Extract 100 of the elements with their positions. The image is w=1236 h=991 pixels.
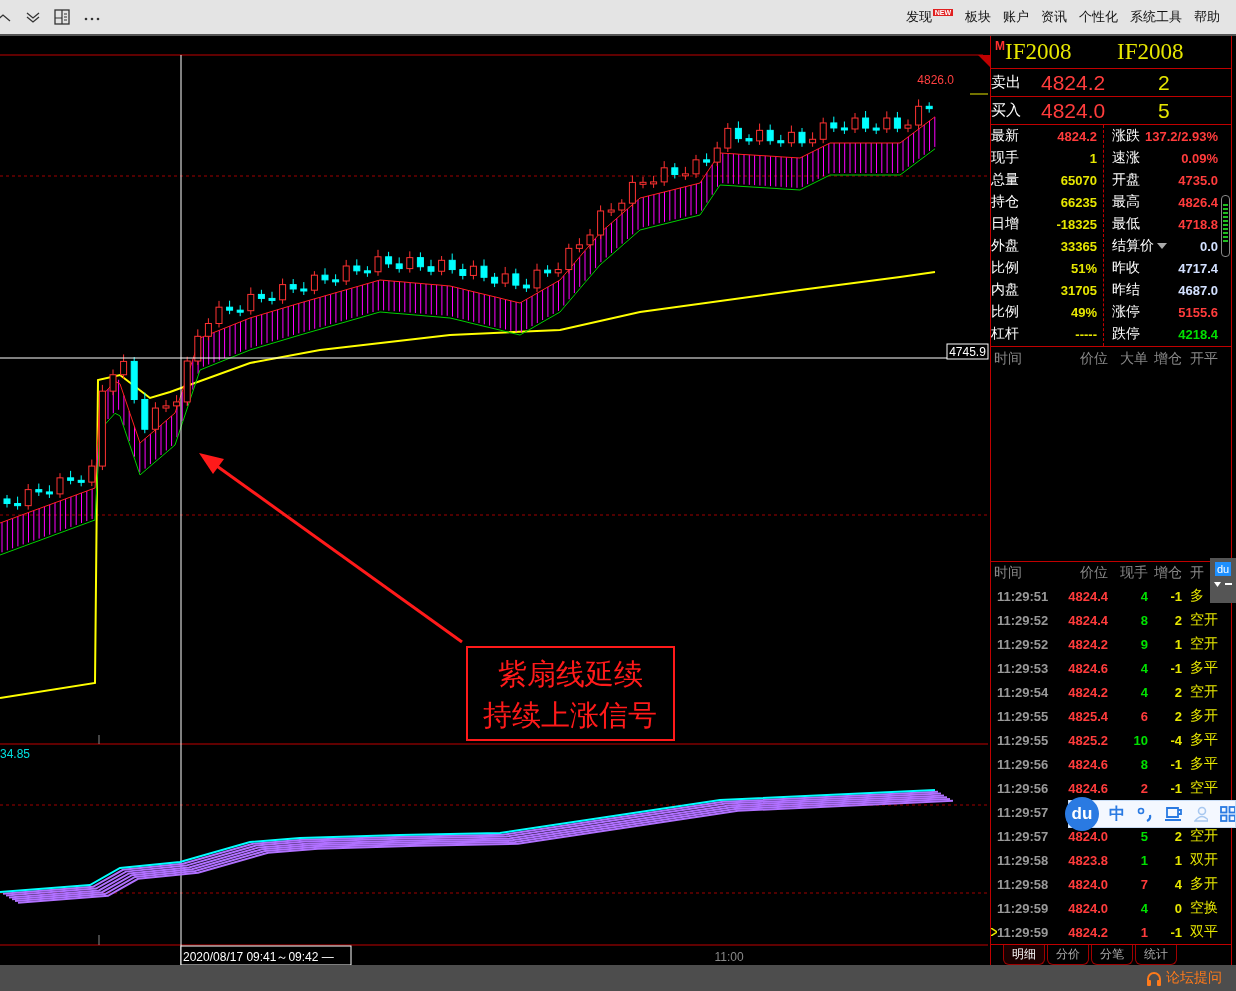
stat-label: 昨结 bbox=[1112, 281, 1140, 299]
open-interest-change: 2 bbox=[1173, 828, 1182, 844]
candlestick bbox=[204, 317, 212, 341]
column-header: 价位 bbox=[1079, 564, 1108, 582]
cursor-time-label: 2020/08/17 09:41～09:42 — bbox=[180, 945, 352, 965]
stat-value: ----- bbox=[1075, 326, 1098, 342]
stat-label: 涨停 bbox=[1112, 303, 1140, 321]
tab[interactable]: 分笔 bbox=[1091, 945, 1133, 965]
trade-price: 4823.8 bbox=[1067, 852, 1108, 868]
trade-volume: 4 bbox=[1139, 660, 1148, 676]
candlestick bbox=[734, 120, 742, 144]
candlestick bbox=[67, 470, 75, 485]
open-interest-change: -1 bbox=[1169, 588, 1182, 604]
candlestick bbox=[544, 264, 552, 278]
trade-type: 多平 bbox=[1189, 731, 1218, 749]
cup-icon[interactable] bbox=[1165, 806, 1182, 822]
stat-value: 66235 bbox=[1060, 194, 1098, 210]
menu-item[interactable]: 账户 bbox=[997, 8, 1035, 26]
stat-label: 比例 bbox=[991, 303, 1019, 321]
candlestick bbox=[681, 166, 689, 181]
column-header: 开 bbox=[1189, 564, 1204, 582]
minimize-icon[interactable] bbox=[1225, 583, 1232, 586]
price-marker-line bbox=[969, 93, 989, 95]
caret-icon[interactable] bbox=[1157, 243, 1167, 249]
stat-value: 4717.4 bbox=[1178, 260, 1218, 276]
trade-volume: 1 bbox=[1139, 852, 1148, 868]
trade-price: 4825.4 bbox=[1067, 708, 1108, 724]
time-axis-label: 11:00 bbox=[714, 950, 744, 964]
candlestick bbox=[300, 281, 308, 296]
candlestick bbox=[3, 494, 11, 509]
candlestick bbox=[109, 369, 117, 396]
menu-item[interactable]: 帮助 bbox=[1188, 8, 1226, 26]
stat-label: 比例 bbox=[991, 259, 1019, 277]
trade-time: 11:29:55 bbox=[997, 732, 1050, 748]
candlestick bbox=[427, 259, 435, 276]
candlestick bbox=[279, 278, 287, 305]
candlestick bbox=[406, 250, 414, 274]
stat-value: -18325 bbox=[1056, 216, 1098, 232]
candlestick bbox=[183, 356, 191, 407]
candlestick bbox=[840, 121, 848, 135]
candlestick bbox=[862, 110, 870, 133]
candlestick bbox=[173, 394, 181, 411]
stat-label: 持仓 bbox=[991, 193, 1019, 211]
candlestick bbox=[491, 272, 499, 288]
trade-time: 11:29:56 bbox=[997, 780, 1050, 796]
open-interest-change: -1 bbox=[1169, 756, 1182, 772]
candlestick bbox=[14, 496, 22, 511]
stat-label: 涨跌 bbox=[1112, 127, 1140, 145]
stat-label: 外盘 bbox=[991, 237, 1019, 255]
trade-time: 11:29:51 bbox=[997, 588, 1050, 604]
stat-value: 4218.4 bbox=[1178, 326, 1218, 342]
menu-item[interactable]: 发现 $^{NEW}$ bbox=[899, 8, 959, 26]
caret-icon[interactable] bbox=[1214, 582, 1221, 587]
candlestick bbox=[215, 300, 223, 328]
punctuation-icon[interactable] bbox=[1137, 806, 1154, 822]
menu-item[interactable]: 个性化 bbox=[1073, 8, 1124, 26]
trade-type: 空开 bbox=[1189, 635, 1218, 653]
trade-time: 11:29:55 bbox=[997, 708, 1050, 724]
open-interest-change: -4 bbox=[1169, 732, 1182, 748]
candlestick bbox=[459, 263, 467, 280]
candlestick bbox=[586, 228, 594, 250]
input-mode-toggle[interactable]: 中 bbox=[1109, 803, 1125, 825]
trade-price: 4824.0 bbox=[1067, 828, 1108, 844]
candlestick bbox=[289, 278, 297, 294]
stat-label: 日增 bbox=[991, 215, 1019, 233]
stat-label: 杠杆 bbox=[991, 325, 1019, 343]
candlestick bbox=[45, 484, 53, 499]
column-header: 时间 bbox=[993, 564, 1023, 582]
candlestick bbox=[236, 304, 244, 317]
trade-volume: 4 bbox=[1139, 900, 1148, 916]
trade-time: 11:29:58 bbox=[997, 876, 1050, 892]
candlestick bbox=[745, 133, 753, 146]
scrollbar[interactable] bbox=[1221, 195, 1230, 257]
trade-type: 空开 bbox=[1189, 683, 1218, 701]
column-header: 增仓 bbox=[1153, 350, 1182, 368]
trade-volume: 5 bbox=[1139, 828, 1148, 844]
stat-value: 0.0 bbox=[1199, 238, 1218, 254]
trade-time: 11:29:59 bbox=[997, 900, 1050, 916]
candlestick bbox=[618, 198, 626, 215]
candlestick bbox=[151, 401, 159, 434]
tab[interactable]: 明细 bbox=[1003, 945, 1045, 965]
candlestick bbox=[247, 286, 255, 316]
stat-value: 33365 bbox=[1060, 238, 1098, 254]
layout-icon[interactable] bbox=[54, 9, 70, 25]
candlestick bbox=[671, 162, 679, 179]
candlestick bbox=[522, 278, 530, 293]
stat-value: 0.09% bbox=[1181, 150, 1218, 166]
tab[interactable]: 统计 bbox=[1135, 945, 1177, 965]
grid-icon[interactable] bbox=[1220, 806, 1235, 822]
ime-logo[interactable]: du bbox=[1065, 797, 1099, 831]
candlestick bbox=[798, 127, 806, 148]
candlestick bbox=[713, 141, 721, 167]
menu-item[interactable]: 资讯 bbox=[1035, 8, 1073, 26]
candlestick bbox=[639, 176, 647, 189]
menu-item[interactable]: 系统工具 bbox=[1124, 8, 1188, 26]
menu-item[interactable]: 板块 bbox=[959, 8, 997, 26]
tab[interactable]: 分价 bbox=[1047, 945, 1089, 965]
stat-value: 1 bbox=[1089, 150, 1098, 166]
candlestick bbox=[35, 483, 43, 497]
trade-price: 4824.0 bbox=[1067, 876, 1108, 892]
